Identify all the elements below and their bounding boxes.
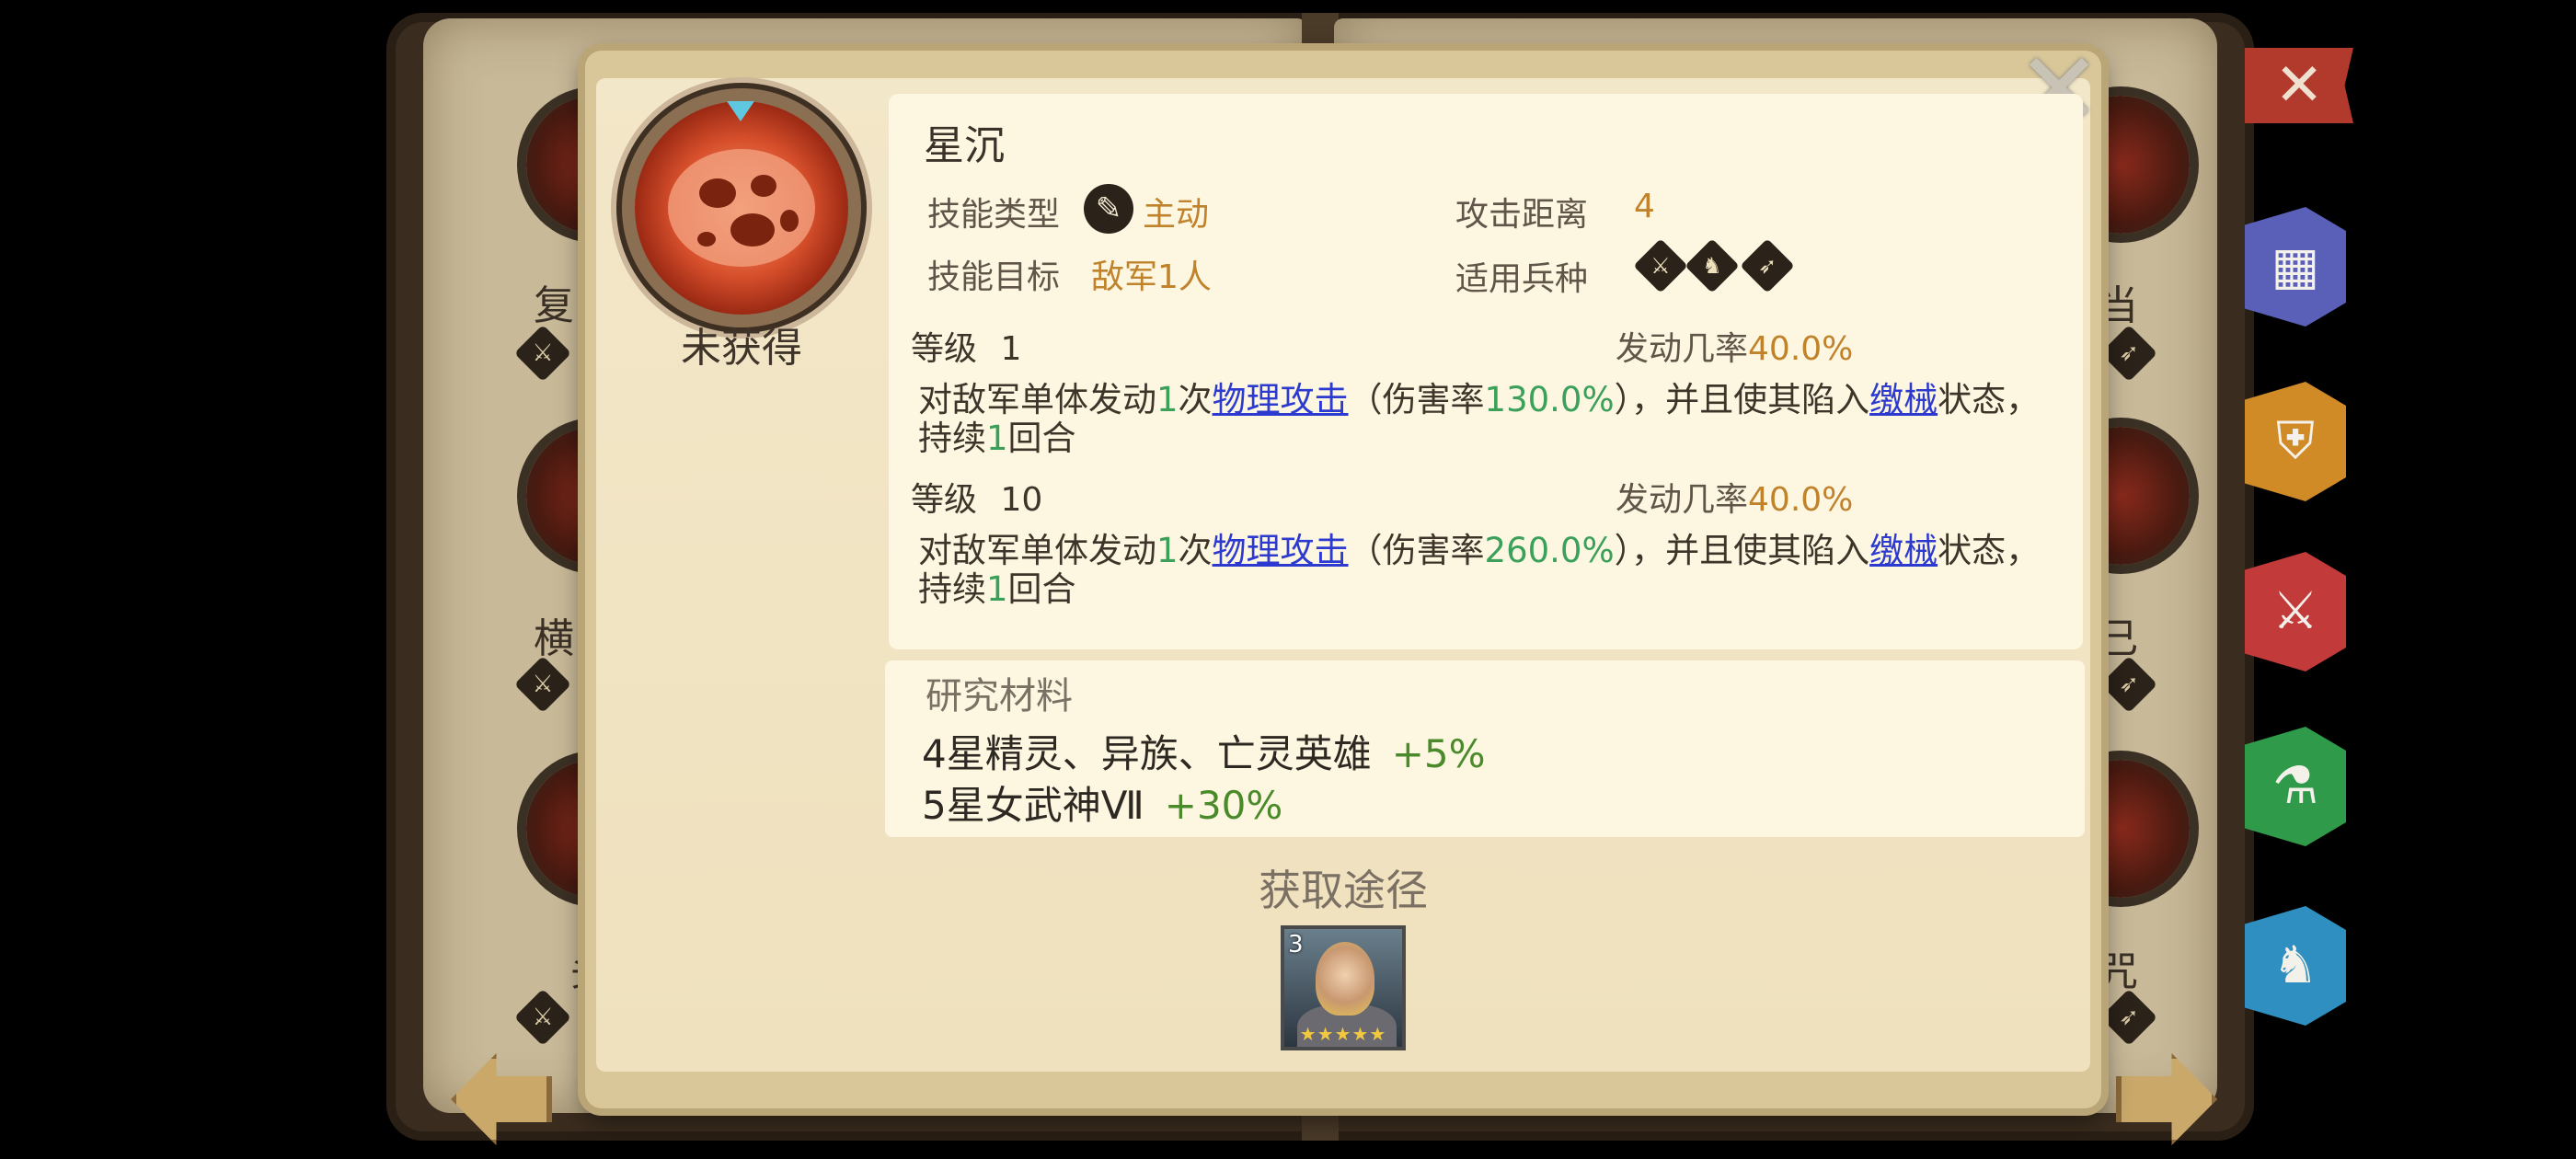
bow-icon: ➶ — [2099, 324, 2158, 383]
hero-stars: ★★★★★ — [1299, 1023, 1387, 1045]
fire-skill-icon — [635, 101, 848, 315]
archer-icon: ➶ — [1740, 238, 1795, 293]
desc-text: 回合 — [1007, 419, 1076, 458]
level-value: 10 — [1000, 481, 1043, 519]
material-item: 4星精灵、异族、亡灵英雄 +5% — [922, 723, 1486, 779]
bg-skill-label: 己 — [2098, 615, 2138, 662]
hero-portrait[interactable]: 3 ★★★★★ — [1281, 925, 1406, 1050]
sword-icon: ⚔ — [513, 988, 572, 1047]
disarm-link[interactable]: 缴械 — [1869, 531, 1938, 570]
desc-text: （伤害率 — [1348, 531, 1485, 570]
sword-icon: ⚔ — [513, 655, 572, 714]
trigger-rate: 发动几率40.0% — [1616, 322, 1853, 370]
level-row: 等级 10 — [911, 473, 1042, 521]
material-name: 4星精灵、异族、亡灵英雄 — [922, 731, 1372, 776]
flask-icon: ⚗ — [2271, 756, 2319, 816]
horse-icon: ♞ — [2271, 935, 2319, 995]
bg-skill-label: 当 — [2098, 282, 2138, 329]
sword-icon: ⚔ — [2271, 581, 2319, 641]
trigger-rate: 发动几率40.0% — [1616, 473, 1853, 521]
bg-skill-label: 横 — [534, 615, 574, 662]
shield-icon: ⛨ — [2276, 411, 2315, 471]
attack-range-value: 4 — [1634, 188, 1655, 225]
material-name: 5星女武神Ⅶ — [922, 783, 1144, 828]
bow-icon: ➶ — [2099, 655, 2158, 714]
desc-text: 次 — [1178, 531, 1213, 570]
desc-text: 次 — [1178, 380, 1213, 419]
level-value: 1 — [1000, 330, 1022, 368]
skill-status: 未获得 — [681, 325, 802, 372]
trigger-rate-value: 40.0% — [1748, 481, 1854, 519]
desc-turns: 1 — [986, 419, 1008, 458]
desc-text: 回合 — [1007, 569, 1076, 609]
desc-damage-rate: 130.0% — [1484, 380, 1615, 419]
skill-name: 星沉 — [924, 122, 1005, 169]
obtain-method-title: 获取途径 — [1259, 866, 1428, 915]
skill-type-label: 技能类型 — [927, 196, 1061, 234]
hero-face — [1316, 942, 1374, 1016]
skill-type-value: 主动 — [1143, 196, 1210, 234]
disarm-link[interactable]: 缴械 — [1869, 380, 1938, 419]
tab-sword[interactable]: ⚔ — [2245, 552, 2346, 671]
desc-text: 对敌军单体发动 — [918, 380, 1156, 419]
level-label: 等级 — [911, 481, 978, 519]
tab-shield[interactable]: ⛨ — [2245, 382, 2346, 501]
skill-target-value: 敌军1人 — [1091, 258, 1212, 296]
book-close-button[interactable]: ✕ — [2245, 48, 2353, 123]
close-icon: ✕ — [2274, 52, 2324, 120]
tab-flask[interactable]: ⚗ — [2245, 727, 2346, 846]
active-skill-icon: ✎ — [1084, 184, 1133, 234]
trigger-rate-label: 发动几率 — [1616, 330, 1749, 368]
physical-attack-link[interactable]: 物理攻击 — [1213, 531, 1349, 570]
infantry-icon: ⚔ — [1633, 238, 1688, 293]
desc-times: 1 — [1156, 380, 1179, 419]
trigger-rate-value: 40.0% — [1748, 330, 1854, 368]
level-row: 等级 1 — [911, 322, 1021, 370]
sword-icon: ⚔ — [513, 324, 572, 383]
material-item: 5星女武神Ⅶ +30% — [922, 775, 1282, 831]
skill-description: 对敌军单体发动1次物理攻击（伤害率260.0%），并且使其陷入缴械状态，持续1回… — [918, 532, 2059, 609]
bg-skill-label: 复 — [534, 282, 574, 329]
trigger-rate-label: 发动几率 — [1616, 481, 1749, 519]
physical-attack-link[interactable]: 物理攻击 — [1213, 380, 1349, 419]
bow-icon: ➶ — [2099, 988, 2158, 1047]
attack-range-label: 攻击距离 — [1455, 196, 1589, 234]
desc-damage-rate: 260.0% — [1484, 531, 1615, 570]
grid-icon: ▦ — [2271, 236, 2320, 296]
skill-description: 对敌军单体发动1次物理攻击（伤害率130.0%），并且使其陷入缴械状态，持续1回… — [918, 381, 2059, 458]
cavalry-icon: ♞ — [1685, 238, 1740, 293]
hero-level-badge: 3 — [1288, 931, 1304, 958]
research-materials-title: 研究材料 — [926, 675, 1073, 717]
bg-skill-label: 咒 — [2098, 948, 2138, 995]
desc-times: 1 — [1156, 531, 1179, 570]
level-label: 等级 — [911, 330, 978, 368]
desc-text: ），并且使其陷入 — [1614, 380, 1870, 419]
material-bonus: +30% — [1164, 783, 1283, 828]
material-bonus: +5% — [1391, 731, 1486, 776]
desc-text: （伤害率 — [1348, 380, 1485, 419]
tab-grid[interactable]: ▦ — [2245, 207, 2346, 327]
troop-type-label: 适用兵种 — [1455, 260, 1589, 298]
desc-turns: 1 — [986, 569, 1008, 609]
desc-text: ），并且使其陷入 — [1614, 531, 1870, 570]
tab-horse[interactable]: ♞ — [2245, 906, 2346, 1026]
skill-target-label: 技能目标 — [927, 258, 1061, 296]
desc-text: 对敌军单体发动 — [918, 531, 1156, 570]
